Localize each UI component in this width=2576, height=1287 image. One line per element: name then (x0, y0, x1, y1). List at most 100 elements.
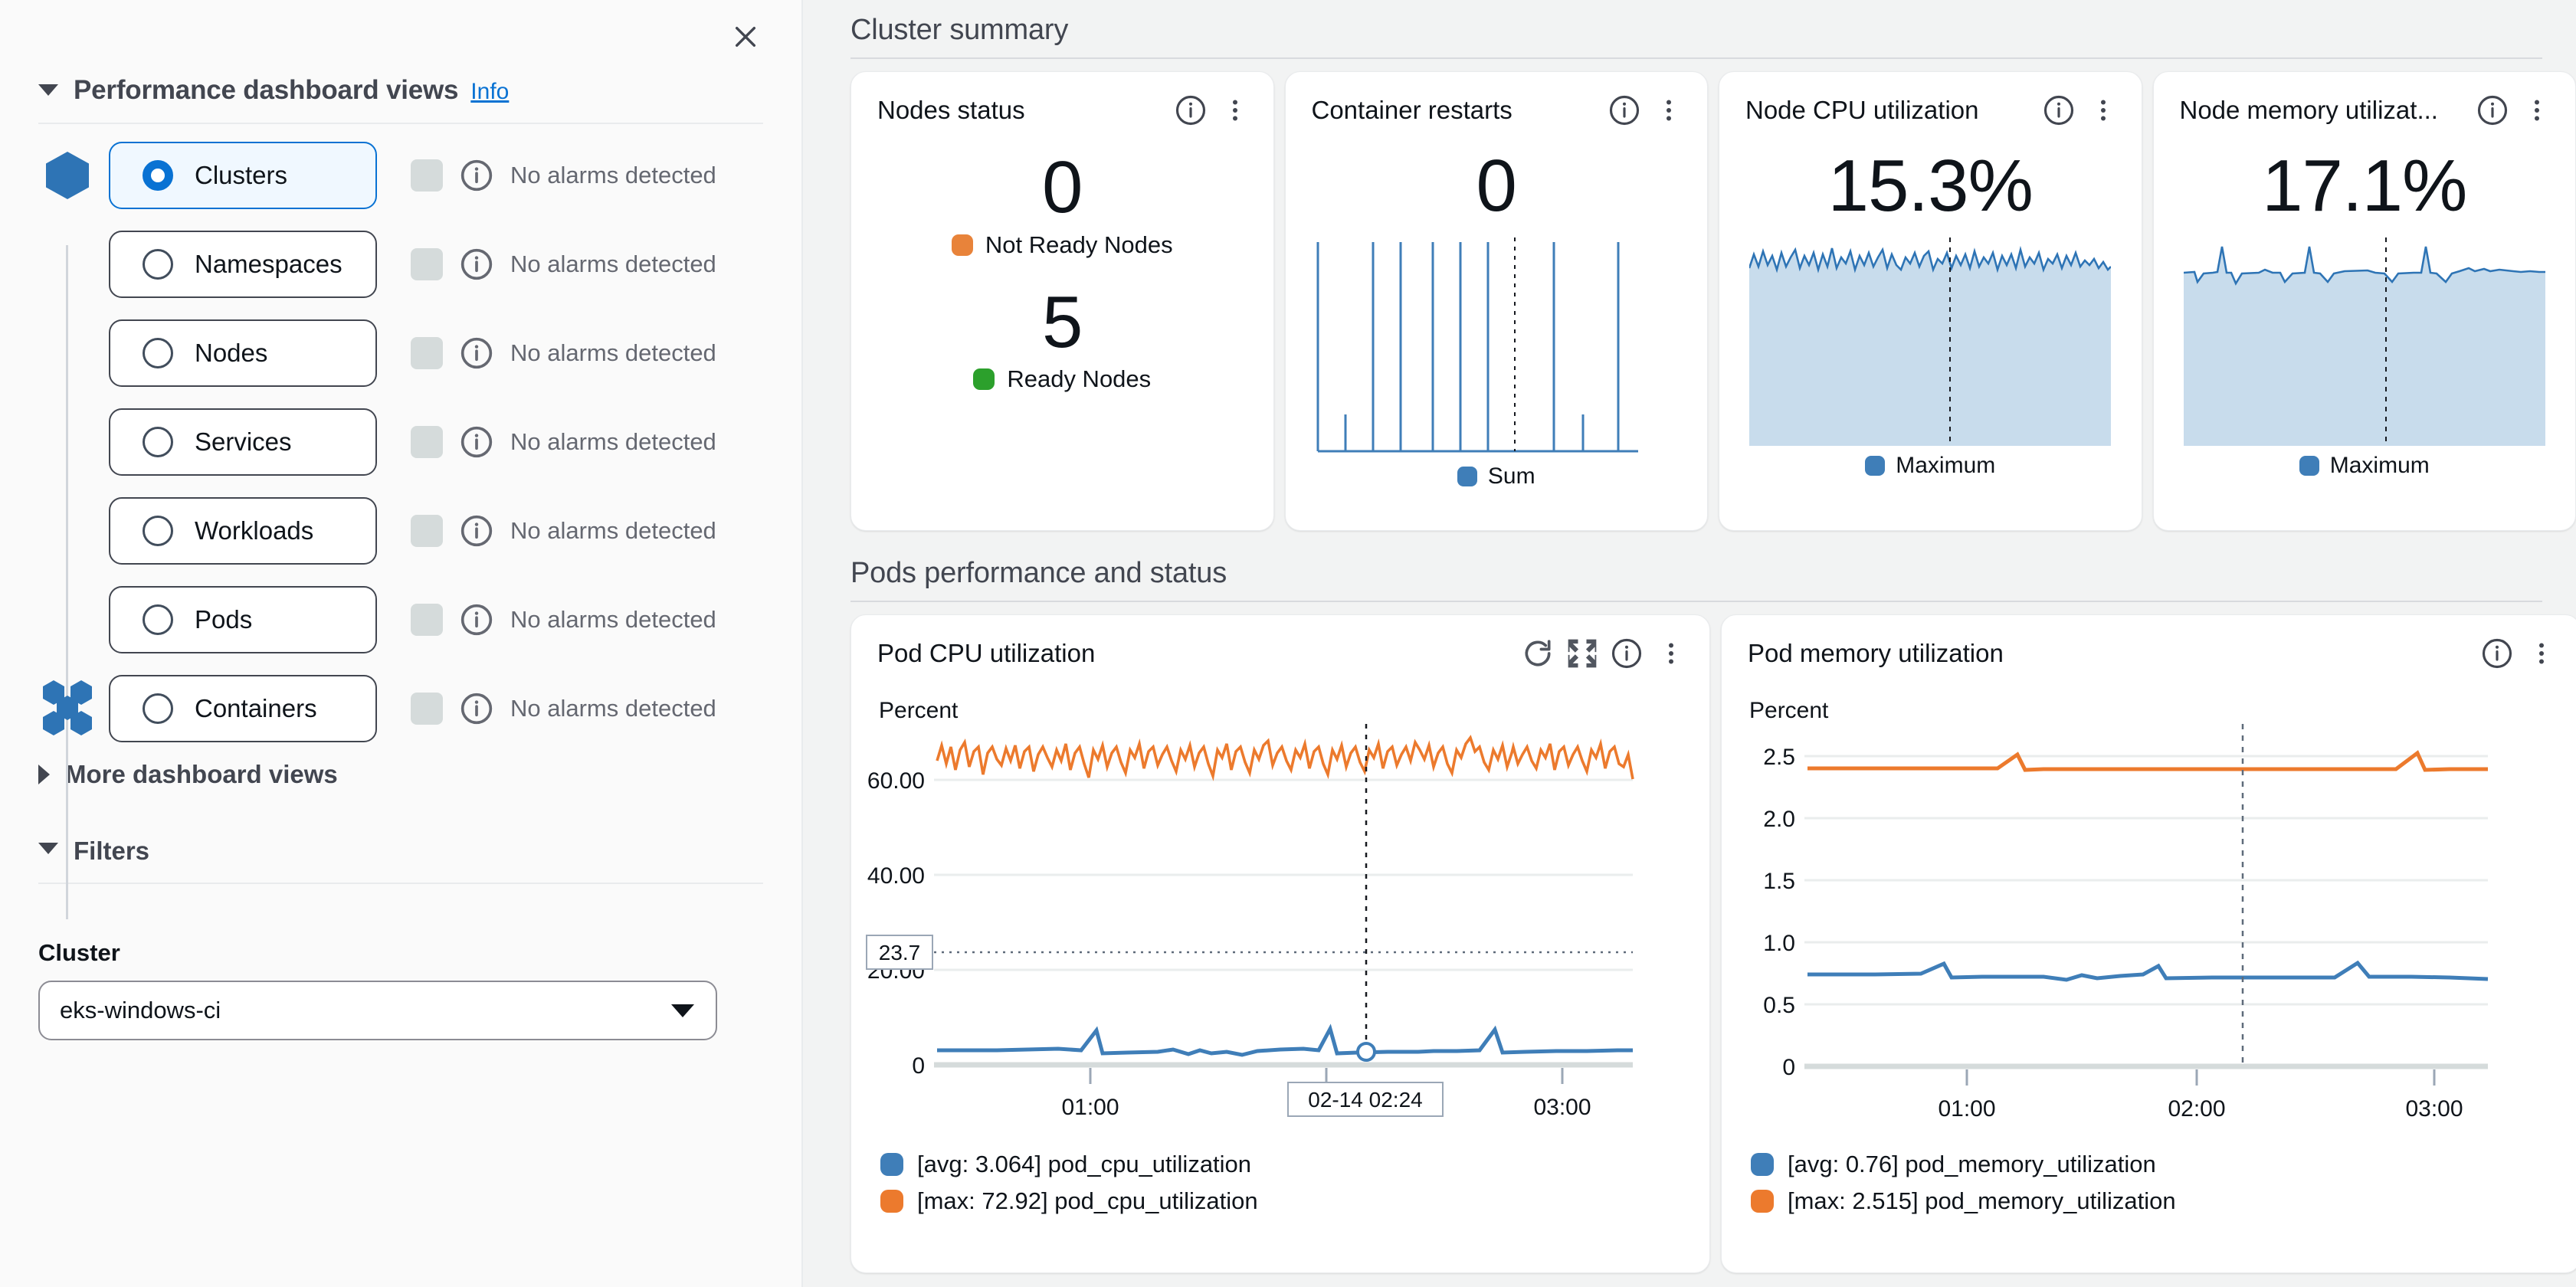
legend-item[interactable]: [avg: 3.064] pod_cpu_utilization (880, 1151, 1709, 1178)
expand-icon[interactable] (1564, 635, 1601, 672)
more-dashboard-views-toggle[interactable]: More dashboard views (0, 760, 801, 789)
divider (38, 123, 763, 124)
info-icon[interactable] (1606, 92, 1643, 129)
cluster-summary-cards: Nodes status 0 Not Ready Nodes 5 Ready N… (850, 71, 2576, 531)
info-icon[interactable] (1608, 635, 1645, 672)
chevron-down-icon[interactable] (38, 84, 58, 96)
kebab-menu-icon[interactable] (2523, 635, 2560, 672)
not-ready-nodes-value: 0 (1042, 146, 1083, 228)
info-icon[interactable] (1172, 92, 1209, 129)
svg-text:02:00: 02:00 (2168, 1096, 2225, 1122)
radio-clusters[interactable] (143, 160, 173, 191)
legend-dot (1751, 1190, 1774, 1213)
svg-text:1.0: 1.0 (1763, 931, 1795, 956)
legend-item[interactable]: [avg: 0.76] pod_memory_utilization (1751, 1151, 2576, 1178)
ready-nodes-label: Ready Nodes (1007, 365, 1152, 393)
view-row-pods: Pods No alarms detected (38, 582, 801, 657)
sidebar-item-containers[interactable]: Containers (109, 675, 377, 742)
cluster-select[interactable]: eks-windows-ci (38, 981, 717, 1040)
filters-label: Filters (74, 837, 150, 865)
legend-dot (2299, 455, 2319, 476)
radio-containers[interactable] (143, 693, 173, 724)
legend-item[interactable]: [max: 72.92] pod_cpu_utilization (880, 1187, 1709, 1215)
kebab-menu-icon[interactable] (2519, 92, 2555, 129)
alarm-status-workloads: No alarms detected (411, 514, 716, 548)
info-icon[interactable] (2474, 92, 2511, 129)
radio-pods[interactable] (143, 604, 173, 635)
left-sidebar: Performance dashboard views Info Cluster… (0, 0, 803, 1287)
info-icon[interactable] (460, 514, 493, 548)
container-insights-page: Performance dashboard views Info Cluster… (0, 0, 2576, 1287)
sidebar-item-label: Pods (195, 605, 253, 634)
kebab-menu-icon[interactable] (1217, 92, 1254, 129)
sidebar-item-services[interactable]: Services (109, 408, 377, 476)
performance-dashboard-views-header[interactable]: Performance dashboard views Info (0, 75, 801, 106)
radio-namespaces[interactable] (143, 249, 173, 280)
card-title: Container restarts (1311, 96, 1512, 124)
node-memory-value: 17.1 (2262, 145, 2403, 227)
legend-item[interactable]: [max: 2.515] pod_memory_utilization (1751, 1187, 2576, 1215)
info-icon[interactable] (2040, 92, 2077, 129)
alarm-color-swatch (411, 159, 443, 192)
chevron-down-icon[interactable] (38, 842, 58, 854)
divider (850, 57, 2542, 59)
legend-label: Sum (1487, 463, 1535, 489)
container-restarts-legend: Sum (1286, 463, 1708, 490)
pod-memory-legend: [avg: 0.76] pod_memory_utilization [max:… (1722, 1151, 2576, 1215)
node-cpu-legend: Maximum (1719, 453, 2142, 479)
alarm-status-containers: No alarms detected (411, 692, 716, 725)
card-header: Nodes status (851, 72, 1273, 129)
status-dot-not-ready (951, 234, 973, 256)
card-title: Pod CPU utilization (877, 639, 1096, 667)
ready-nodes-value: 5 (1042, 280, 1083, 363)
info-icon[interactable] (460, 603, 493, 637)
sidebar-item-clusters[interactable]: Clusters (109, 142, 377, 209)
card-node-cpu-utilization: Node CPU utilization 15.3% Maximum (1719, 71, 2142, 531)
filters-toggle[interactable]: Filters (0, 837, 801, 866)
info-link[interactable]: Info (470, 79, 509, 105)
kebab-menu-icon[interactable] (1650, 92, 1687, 129)
container-restarts-block: 0 (1286, 146, 1708, 227)
info-icon[interactable] (460, 159, 493, 192)
pod-memory-plot: 2.5 2.0 1.5 1.0 0.5 0 01:00 02:00 03:00 (1722, 724, 2576, 1141)
info-icon[interactable] (460, 247, 493, 281)
radio-nodes[interactable] (143, 338, 173, 368)
refresh-icon[interactable] (1519, 635, 1556, 672)
info-icon[interactable] (2479, 635, 2515, 672)
cluster-summary-title: Cluster summary (850, 14, 1069, 46)
info-icon[interactable] (460, 692, 493, 725)
alarm-status-namespaces: No alarms detected (411, 247, 716, 281)
sidebar-item-workloads[interactable]: Workloads (109, 497, 377, 565)
svg-text:23.7: 23.7 (879, 941, 921, 964)
node-memory-unit: % (2401, 145, 2467, 227)
card-header: Container restarts (1286, 72, 1708, 129)
containers-icon (38, 679, 97, 738)
legend-label: Maximum (1896, 452, 1996, 478)
sidebar-item-pods[interactable]: Pods (109, 586, 377, 653)
card-title: Node CPU utilization (1745, 96, 1979, 124)
sidebar-item-nodes[interactable]: Nodes (109, 319, 377, 387)
dashboard-views-list: Clusters No alarms detected Namespaces N… (0, 138, 801, 919)
kebab-menu-icon[interactable] (2085, 92, 2122, 129)
sidebar-item-namespaces[interactable]: Namespaces (109, 231, 377, 298)
chevron-down-icon[interactable] (671, 1004, 694, 1017)
cluster-filter-label: Cluster (38, 939, 120, 966)
not-ready-nodes-block: 0 Not Ready Nodes (851, 147, 1273, 259)
legend-dot (880, 1153, 903, 1176)
legend-dot (1751, 1153, 1774, 1176)
close-icon[interactable] (724, 15, 767, 58)
pod-cpu-plot: 60.00 40.00 20.00 0 23.7 01:00 03:00 02-… (851, 724, 1709, 1141)
radio-services[interactable] (143, 427, 173, 457)
ready-nodes-legend: Ready Nodes (851, 365, 1273, 393)
pods-section-title: Pods performance and status (850, 557, 1227, 589)
node-cpu-area-chart (1748, 237, 2112, 450)
sidebar-item-label: Containers (195, 694, 317, 722)
card-title: Nodes status (877, 96, 1025, 124)
radio-workloads[interactable] (143, 516, 173, 546)
info-icon[interactable] (460, 336, 493, 370)
info-icon[interactable] (460, 425, 493, 459)
alarm-color-swatch (411, 693, 443, 725)
chevron-right-icon[interactable] (38, 765, 50, 784)
card-title: Pod memory utilization (1748, 639, 2004, 667)
kebab-menu-icon[interactable] (1653, 635, 1689, 672)
